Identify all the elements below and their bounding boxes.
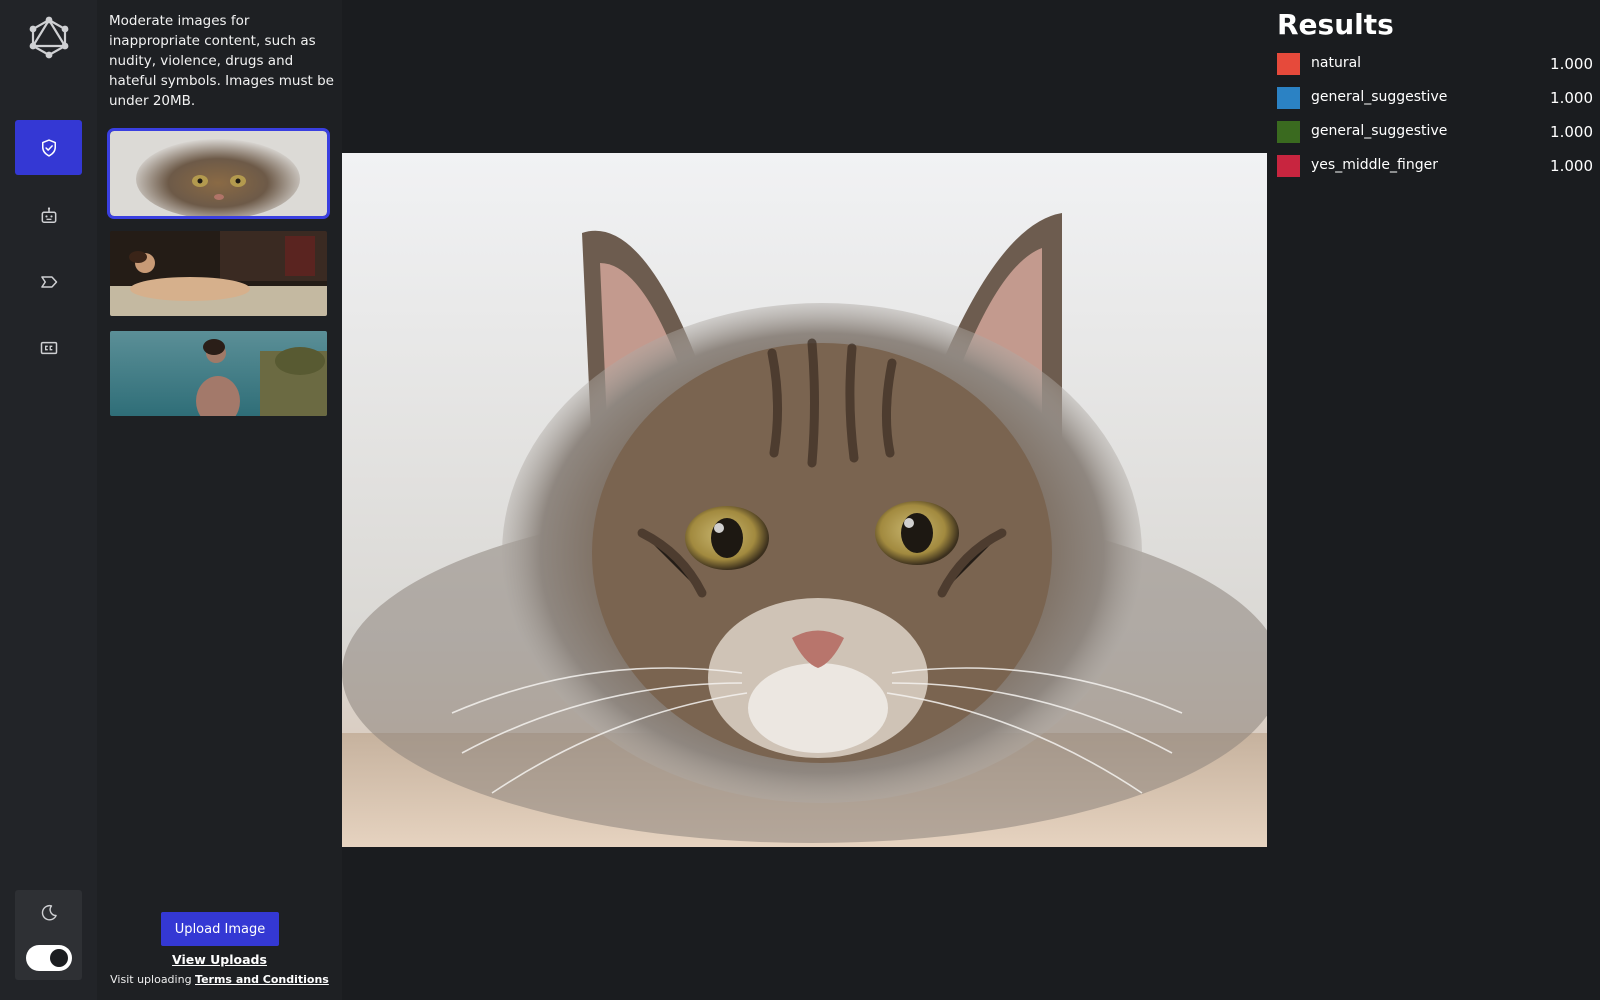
example-thumbnail-cat[interactable] [107, 128, 330, 219]
result-row: yes_middle_finger 1.000 [1277, 154, 1593, 178]
theme-switcher [15, 890, 82, 980]
example-thumbnail-painting[interactable] [110, 231, 327, 316]
nav-moderation-button[interactable] [15, 120, 82, 175]
result-label: general_suggestive [1311, 89, 1448, 105]
result-label: natural [1311, 55, 1362, 71]
result-score: 1.000 [1550, 157, 1593, 175]
terms-notice: Visit uploading Terms and Conditions [97, 973, 342, 986]
result-label: yes_middle_finger [1311, 157, 1438, 173]
dark-mode-toggle[interactable] [26, 945, 72, 971]
icon-rail [0, 0, 97, 1000]
example-thumbnail-seaside[interactable] [110, 331, 327, 416]
result-color-swatch [1277, 121, 1300, 143]
app-logo-icon[interactable] [27, 15, 71, 59]
nav-captions-button[interactable] [15, 320, 82, 375]
model-description: Moderate images for inappropriate conten… [109, 13, 334, 109]
upload-image-button[interactable]: Upload Image [161, 912, 279, 946]
tag-icon [40, 275, 57, 288]
result-label: general_suggestive [1311, 123, 1448, 139]
results-panel: Results natural 1.000 general_suggestive… [1267, 0, 1600, 1000]
result-row: natural 1.000 [1277, 52, 1593, 76]
closed-caption-icon [40, 341, 57, 354]
results-title: Results [1277, 8, 1394, 41]
result-color-swatch [1277, 155, 1300, 177]
examples-panel: Moderate images for inappropriate conten… [97, 0, 342, 1000]
result-row: general_suggestive 1.000 [1277, 120, 1593, 144]
terms-prefix: Visit uploading [110, 973, 196, 986]
view-uploads-link[interactable]: View Uploads [97, 952, 342, 967]
result-score: 1.000 [1550, 123, 1593, 141]
result-score: 1.000 [1550, 89, 1593, 107]
shield-check-icon [41, 138, 56, 157]
main-image-cat [342, 153, 1267, 847]
terms-link[interactable]: Terms and Conditions [195, 973, 329, 986]
toggle-knob [50, 949, 68, 967]
robot-icon [41, 206, 56, 223]
nav-tag-button[interactable] [15, 254, 82, 309]
nav-robot-button[interactable] [15, 188, 82, 243]
result-score: 1.000 [1550, 55, 1593, 73]
result-row: general_suggestive 1.000 [1277, 86, 1593, 110]
result-color-swatch [1277, 53, 1300, 75]
moon-icon [41, 904, 57, 921]
app-root: Moderate images for inappropriate conten… [0, 0, 1600, 1000]
result-color-swatch [1277, 87, 1300, 109]
